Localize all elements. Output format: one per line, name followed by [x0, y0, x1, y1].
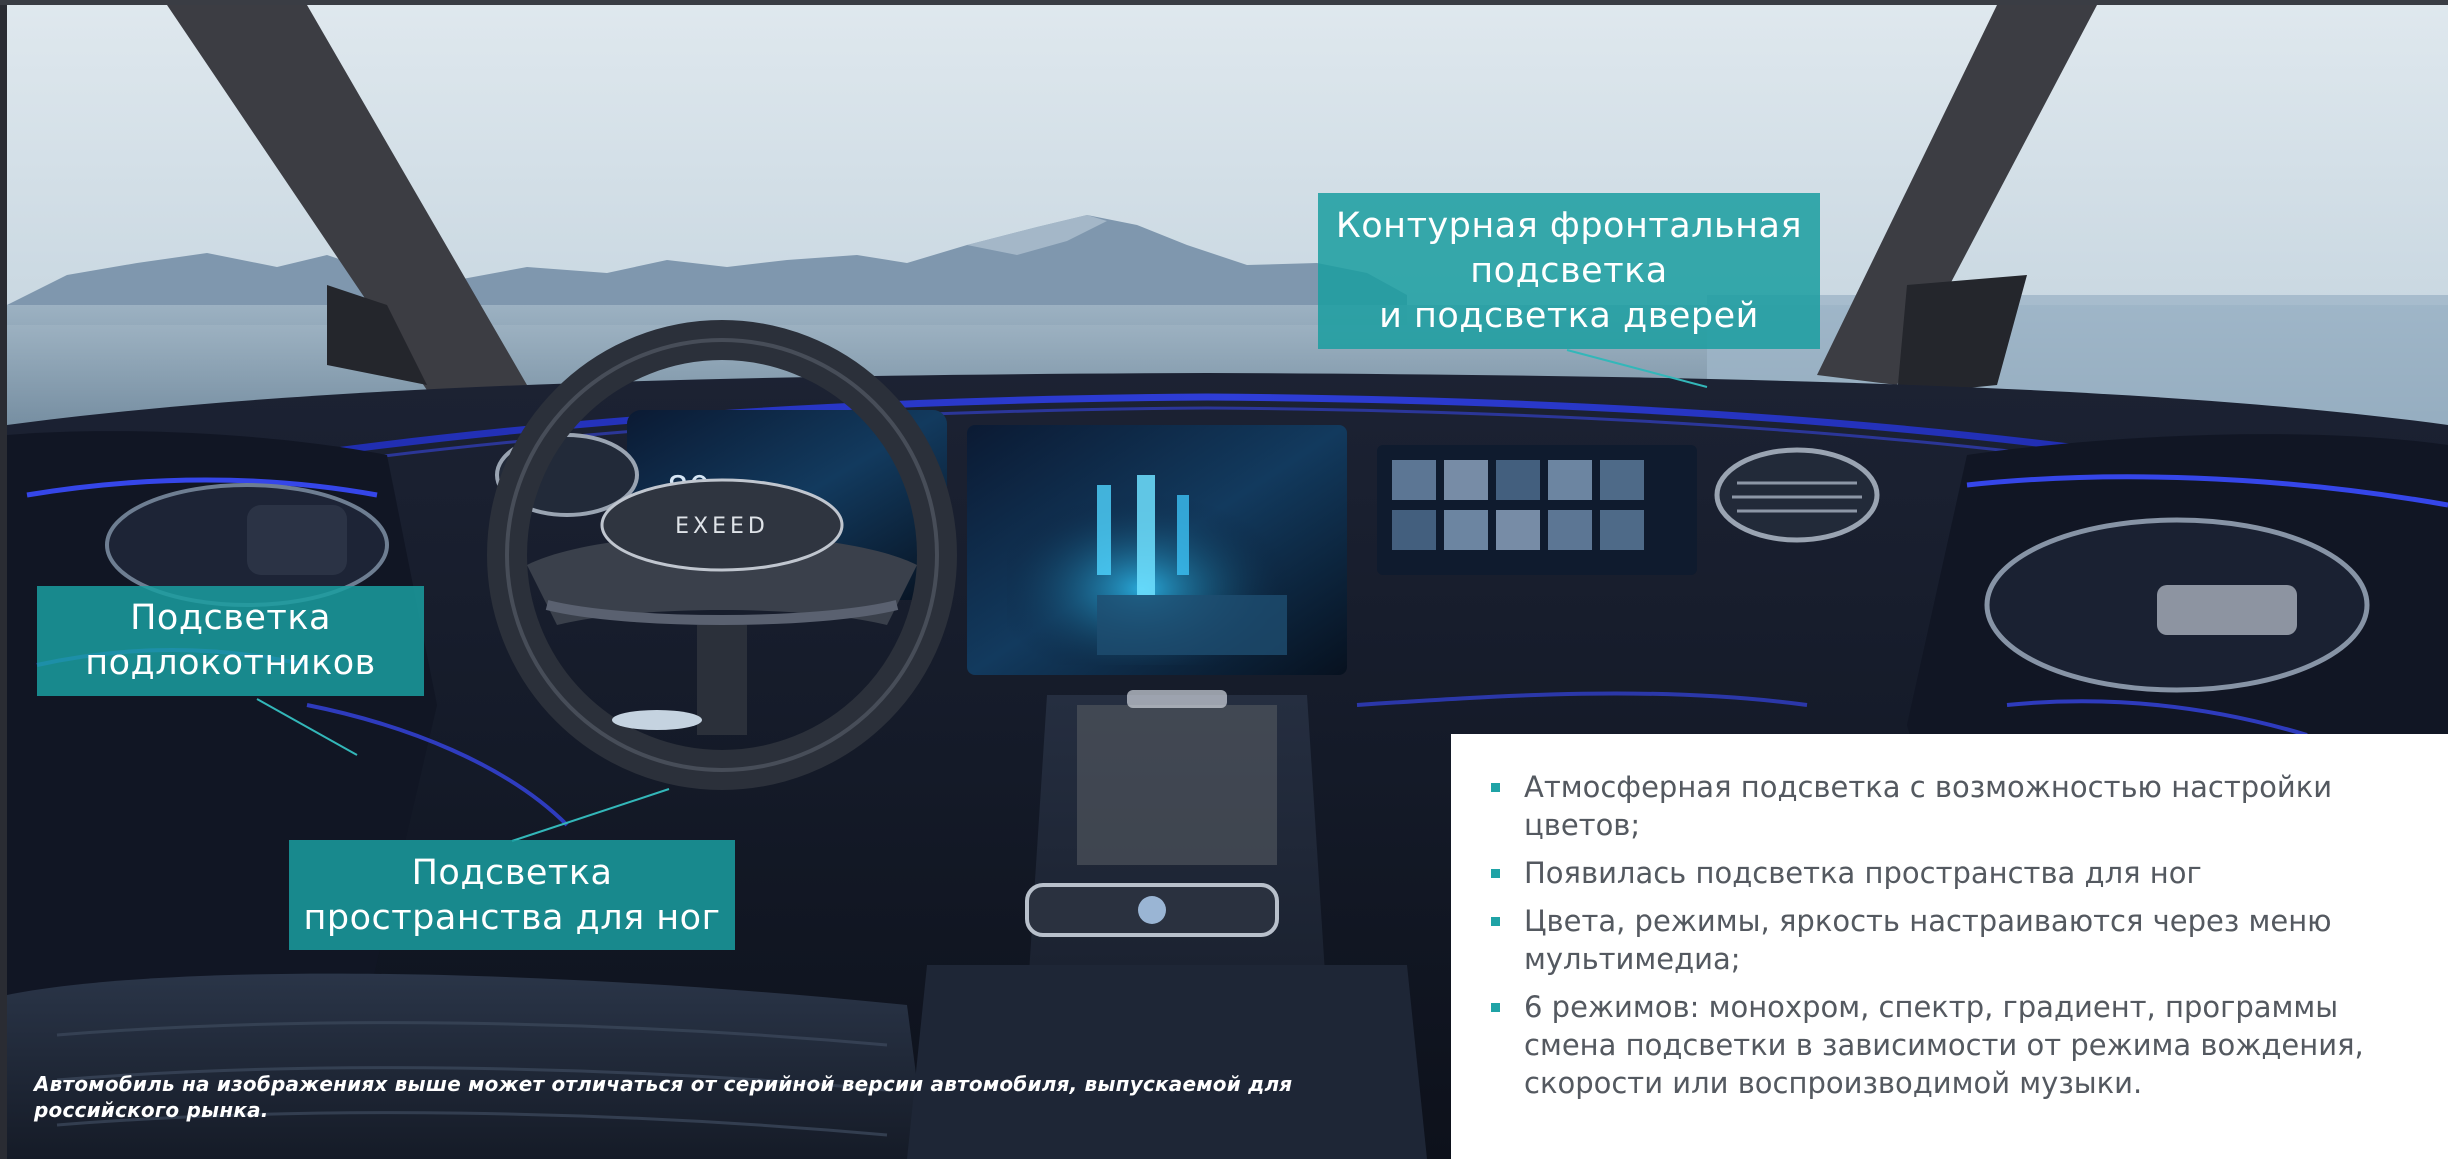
list-item: 6 режимов: монохром, спектр, градиент, п…: [1491, 988, 2428, 1102]
bullet-square-icon: [1491, 783, 1500, 792]
list-item: Появилась подсветка пространства для ног: [1491, 854, 2428, 892]
steering-wheel-logo: EXEED: [675, 514, 769, 539]
bullet-text: Появилась подсветка пространства для ног: [1524, 856, 2202, 890]
feature-list: Атмосферная подсветка с возможностью нас…: [1491, 768, 2428, 1102]
list-item: Цвета, режимы, яркость настраиваются чер…: [1491, 902, 2428, 978]
front-door-lighting-callout: Контурная фронтальная подсветка и подсве…: [1318, 193, 1820, 349]
features-panel: Атмосферная подсветка с возможностью нас…: [1451, 734, 2448, 1159]
right-air-vent: [1714, 447, 1880, 543]
armrest-lighting-callout: Подсветка подлокотников: [37, 586, 424, 696]
bullet-square-icon: [1491, 869, 1500, 878]
footwell-lighting-callout: Подсветка пространства для ног: [289, 840, 735, 950]
slide: 80: [0, 0, 2448, 1159]
bullet-square-icon: [1491, 1003, 1500, 1012]
callout-line: Подсветка: [411, 853, 613, 893]
list-item: Атмосферная подсветка с возможностью нас…: [1491, 768, 2428, 844]
driver-seat: [7, 973, 927, 1159]
bullet-text: Атмосферная подсветка с возможностью нас…: [1524, 770, 2333, 842]
disclaimer-text: Автомобиль на изображениях выше может от…: [34, 1072, 1293, 1122]
callout-line: подсветка: [1470, 251, 1668, 291]
bullet-text: 6 режимов: монохром, спектр, градиент, п…: [1524, 990, 2364, 1100]
armrest: [907, 965, 1427, 1159]
bullet-square-icon: [1491, 917, 1500, 926]
callout-line: Контурная фронтальная: [1335, 206, 1803, 246]
callout-line: Подсветка: [130, 598, 331, 638]
callout-line: и подсветка дверей: [1379, 296, 1759, 336]
seat-control-panel: [247, 505, 347, 575]
callout-line: пространства для ног: [303, 898, 721, 938]
callout-line: подлокотников: [85, 643, 376, 683]
bullet-text: Цвета, режимы, яркость настраиваются чер…: [1524, 904, 2332, 976]
wireless-charging-pad: [1077, 705, 1277, 865]
